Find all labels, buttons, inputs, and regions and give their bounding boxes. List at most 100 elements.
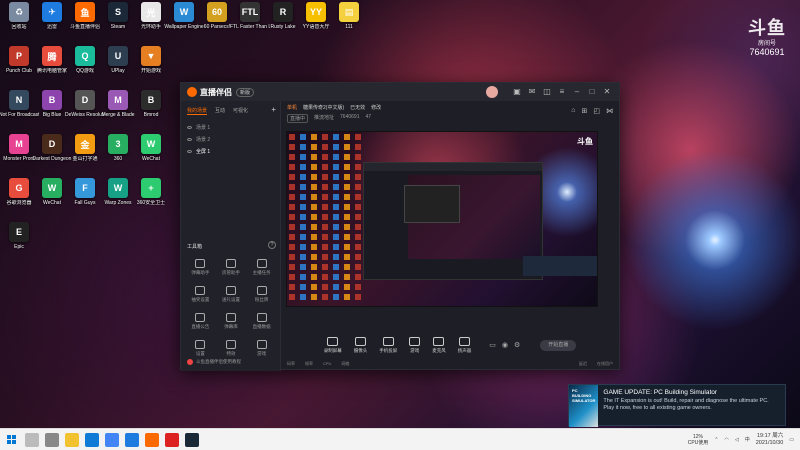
chevron-up-icon[interactable]: ⌃ [714,437,718,443]
edge-icon[interactable] [85,432,99,447]
close-icon[interactable]: ✕ [601,86,613,98]
netease-icon[interactable] [165,432,179,447]
control-button[interactable]: 摄像头 [354,336,367,354]
tool-item[interactable]: 游戏 [246,340,277,357]
cpu-usage[interactable]: 12% CPU使用 [688,434,709,446]
desktop-icon[interactable]: +360安全卫士 [134,178,168,218]
control-button[interactable]: 录制屏幕 [324,336,342,354]
start-live-button[interactable]: 开始直播 [540,339,577,351]
desktop-icon[interactable]: N Not For Broadcast [0,90,39,130]
feedback-icon[interactable]: ◫ [541,86,553,98]
chrome-icon[interactable] [105,432,119,447]
share-icon[interactable]: ⋈ [606,107,613,115]
tab-visual[interactable]: 可视化 [233,107,248,115]
desktop-icon[interactable]: W WeChat [35,178,69,218]
scene-item[interactable]: 全屏 1 [185,145,276,157]
douyu-icon[interactable] [145,432,159,447]
thunder-icon[interactable] [125,432,139,447]
task-view-icon[interactable] [45,432,59,447]
tool-item[interactable]: 弹幕库 [216,313,247,330]
scene-item[interactable]: 场景 1 [185,121,276,133]
desktop-icon[interactable]: W WeChat [134,134,168,174]
tutorial-link[interactable]: 斗鱼直播伴侣使用教程 [187,359,241,365]
help-icon[interactable]: ? [268,241,276,249]
desktop-icon[interactable]: Q QQ游戏 [68,46,102,86]
eye-icon[interactable] [187,137,192,141]
network-icon[interactable]: ◠ [724,437,728,443]
tab-interaction[interactable]: 互动 [215,107,225,115]
live-status-pill[interactable]: 直播中 [287,114,309,123]
stream-preview[interactable]: 斗鱼 [286,131,598,307]
settings-icon[interactable]: ⚙ [514,341,520,349]
tool-item[interactable]: 特效 [216,340,247,357]
volume-icon[interactable]: ◁ [735,437,739,443]
desktop-icon[interactable]: ♻ 回收站 [2,2,36,42]
control-button[interactable]: 手机投屏 [379,336,397,354]
stream-category[interactable]: 单机 [287,104,297,111]
stream-url-label[interactable]: 推流地址 [314,114,334,123]
desktop-icon[interactable]: ▼ 开始游戏 [134,46,168,86]
tool-item[interactable]: 房管助手 [216,259,247,276]
desktop-icon[interactable]: U UPlay [101,46,135,86]
eye-icon[interactable] [187,125,192,129]
tool-item[interactable]: 粉丝牌 [246,286,277,303]
desktop-icon[interactable]: 光光环助手 [134,2,168,42]
control-button[interactable]: 扬声器 [458,336,471,354]
gift-icon[interactable]: ▣ [511,86,523,98]
desktop-icon[interactable]: 腾腾讯电脑管家 [35,46,69,86]
desktop-icon[interactable]: B Big Blue [35,90,69,130]
desktop-icon[interactable]: D Darkest Dungeon [33,134,71,174]
user-avatar[interactable] [486,86,498,98]
app-version-badge[interactable]: 新版 [236,87,255,97]
tool-item[interactable]: 设置 [185,340,216,357]
desktop-icon[interactable]: E Epic [2,222,36,262]
desktop-icon[interactable]: 60 60 Parsecs! [200,2,234,42]
screenshot-icon[interactable]: ◰ [593,107,600,115]
steam-notification[interactable]: PC BUILDING SIMULATOR GAME UPDATE: PC Bu… [568,384,786,427]
tab-scenes[interactable]: 我的场景 [187,107,208,115]
minimize-icon[interactable]: – [571,86,583,98]
desktop-icon[interactable]: G 谷歌浏览器 [2,178,36,218]
eye-icon[interactable]: ◉ [502,341,508,349]
desktop-icon[interactable]: 金金山打字通 [68,134,102,174]
desktop-icon[interactable]: YY YY语音大厅 [299,2,333,42]
desktop-icon[interactable]: ▤ 111 [332,2,366,42]
tool-item[interactable]: 直播公告 [185,313,216,330]
desktop-icon[interactable]: FTLFTL Faster Than Light [230,2,270,42]
desktop-icon[interactable]: 鱼斗鱼直播伴侣 [68,2,102,42]
desktop-icon[interactable]: ✈ 迅雷 [35,2,69,42]
desktop-icon[interactable]: DDeWeiss Resolution [65,90,105,130]
tool-item[interactable]: 直播数据 [246,313,277,330]
desktop-icon[interactable]: W Wallpaper Engine [164,2,204,42]
clock[interactable]: 19:17 周六 2021/10/30 [756,433,784,447]
menu-icon[interactable]: ≡ [556,86,568,98]
desktop-icon[interactable]: W Warp Zones [101,178,135,218]
tool-item[interactable]: 送礼设置 [216,286,247,303]
control-button[interactable]: 麦克风 [432,336,446,354]
lock-icon[interactable]: ⌂ [571,107,575,115]
eye-icon[interactable] [187,149,192,153]
tool-item[interactable]: 主播任务 [246,259,277,276]
file-explorer-icon[interactable] [65,432,79,447]
desktop-icon[interactable]: 3 360 [101,134,135,174]
desktop-icon[interactable]: M Merge & Blade [101,90,135,130]
steam-icon[interactable] [185,432,199,447]
stream-title[interactable]: 糖果传奇2(中文版) [303,104,344,111]
desktop-icon[interactable]: B Bmrod [134,90,168,130]
maximize-icon[interactable]: □ [586,86,598,98]
edit-button[interactable]: 修改 [371,104,381,111]
desktop-icon[interactable]: S Steam [101,2,135,42]
tool-item[interactable]: 抽奖设置 [185,286,216,303]
desktop-icon[interactable]: F Fall Guys [68,178,102,218]
scene-item[interactable]: 场景 2 [185,133,276,145]
camera-icon[interactable]: ▭ [489,341,496,349]
desktop-icon[interactable]: M Monster Prom [2,134,36,174]
layout-icon[interactable]: ⊞ [582,107,588,115]
notification-center-icon[interactable]: ▭ [789,437,794,443]
ime-icon[interactable]: 中 [745,436,750,443]
search-icon[interactable] [25,432,39,447]
start-button[interactable] [0,429,22,450]
desktop-icon[interactable]: P Punch Club [2,46,36,86]
message-icon[interactable]: ✉ [526,86,538,98]
add-scene-icon[interactable]: + [271,105,276,114]
